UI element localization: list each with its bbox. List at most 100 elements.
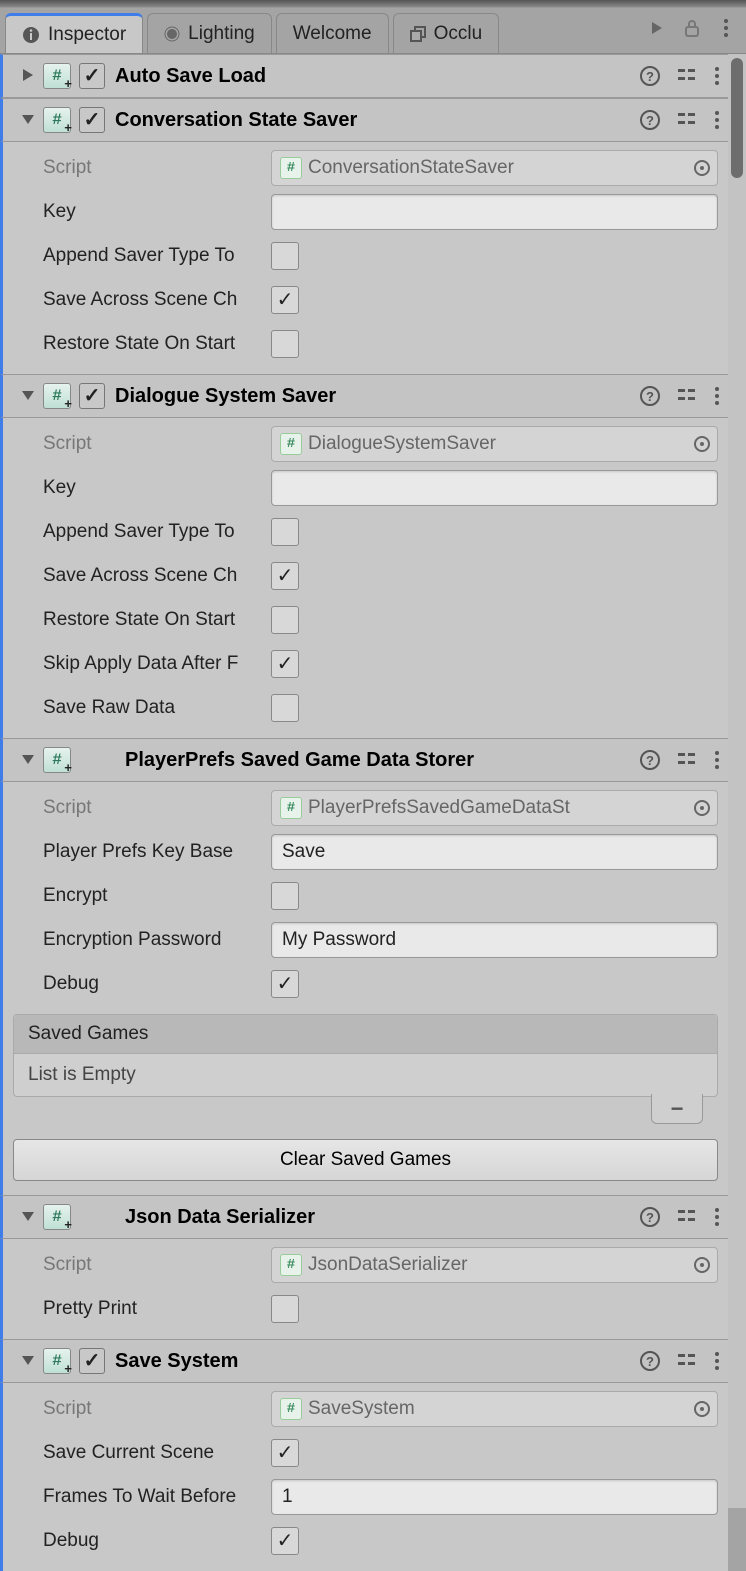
svg-text:?: ? [646, 1354, 654, 1369]
script-field[interactable]: # DialogueSystemSaver [271, 426, 718, 462]
button-label: Clear Saved Games [280, 1149, 451, 1171]
help-icon[interactable]: ? [640, 1351, 660, 1371]
kebab-icon[interactable] [714, 1207, 720, 1227]
restore-label: Restore State On Start [13, 609, 271, 631]
script-label: Script [13, 1398, 271, 1420]
preset-icon[interactable] [678, 751, 696, 769]
component-header-conversation-state-saver[interactable]: # ✓ Conversation State Saver ? [0, 98, 728, 142]
key-input[interactable] [271, 470, 718, 506]
component-header-playerprefs-storer[interactable]: # PlayerPrefs Saved Game Data Storer ? [0, 738, 728, 782]
script-field[interactable]: # ConversationStateSaver [271, 150, 718, 186]
csharp-icon: # [280, 1398, 302, 1420]
clear-saved-games-button[interactable]: Clear Saved Games [13, 1139, 718, 1181]
preset-icon[interactable] [678, 67, 696, 85]
component-enable-checkbox[interactable]: ✓ [79, 107, 105, 133]
restore-label: Restore State On Start [13, 333, 271, 355]
skip-apply-checkbox[interactable]: ✓ [271, 650, 299, 678]
component-enable-checkbox[interactable]: ✓ [79, 63, 105, 89]
foldout-expanded-icon[interactable] [21, 388, 37, 404]
script-name: ConversationStateSaver [308, 157, 514, 179]
component-header-json-serializer[interactable]: # Json Data Serializer ? [0, 1195, 728, 1239]
component-header-auto-save-load[interactable]: # ✓ Auto Save Load ? [0, 54, 728, 98]
help-icon[interactable]: ? [640, 750, 660, 770]
help-icon[interactable]: ? [640, 1207, 660, 1227]
save-across-label: Save Across Scene Ch [13, 289, 271, 311]
object-picker-icon[interactable] [693, 159, 711, 177]
lock-icon[interactable] [678, 14, 706, 42]
save-scene-checkbox[interactable]: ✓ [271, 1439, 299, 1467]
list-remove-button[interactable]: − [651, 1094, 703, 1124]
append-checkbox[interactable] [271, 518, 299, 546]
tab-occlusion[interactable]: Occlu [393, 13, 500, 53]
preset-icon[interactable] [678, 1208, 696, 1226]
kebab-icon[interactable] [714, 110, 720, 130]
key-label: Key [13, 477, 271, 499]
keybase-label: Player Prefs Key Base [13, 841, 271, 863]
script-field[interactable]: # PlayerPrefsSavedGameDataSt [271, 790, 718, 826]
kebab-icon[interactable] [714, 750, 720, 770]
list-header[interactable]: Saved Games [14, 1015, 717, 1054]
help-icon[interactable]: ? [640, 386, 660, 406]
overflow-play-icon[interactable] [644, 14, 672, 42]
tab-lighting[interactable]: Lighting [147, 13, 272, 53]
component-title: Conversation State Saver [115, 109, 640, 132]
script-field[interactable]: # JsonDataSerializer [271, 1247, 718, 1283]
append-checkbox[interactable] [271, 242, 299, 270]
save-raw-checkbox[interactable] [271, 694, 299, 722]
keybase-input[interactable] [271, 834, 718, 870]
foldout-expanded-icon[interactable] [21, 1209, 37, 1225]
tab-welcome[interactable]: Welcome [276, 13, 389, 53]
script-component-icon: # [43, 1204, 71, 1230]
component-title: Dialogue System Saver [115, 385, 640, 408]
kebab-icon[interactable] [714, 386, 720, 406]
svg-text:?: ? [646, 113, 654, 128]
object-picker-icon[interactable] [693, 1256, 711, 1274]
component-enable-checkbox[interactable]: ✓ [79, 383, 105, 409]
enc-pass-input[interactable] [271, 922, 718, 958]
foldout-collapsed-icon[interactable] [21, 68, 37, 84]
restore-checkbox[interactable] [271, 606, 299, 634]
component-title: Auto Save Load [115, 65, 640, 88]
foldout-expanded-icon[interactable] [21, 1353, 37, 1369]
script-field[interactable]: # SaveSystem [271, 1391, 718, 1427]
kebab-icon[interactable] [712, 14, 740, 42]
encrypt-checkbox[interactable] [271, 882, 299, 910]
tab-bar: Inspector Lighting Welcome Occlu [0, 8, 746, 54]
script-label: Script [13, 157, 271, 179]
debug-checkbox[interactable]: ✓ [271, 1527, 299, 1555]
save-across-checkbox[interactable]: ✓ [271, 286, 299, 314]
object-picker-icon[interactable] [693, 1400, 711, 1418]
kebab-icon[interactable] [714, 66, 720, 86]
component-header-save-system[interactable]: # ✓ Save System ? [0, 1339, 728, 1383]
script-name: DialogueSystemSaver [308, 433, 496, 455]
help-icon[interactable]: ? [640, 66, 660, 86]
key-input[interactable] [271, 194, 718, 230]
restore-checkbox[interactable] [271, 330, 299, 358]
tab-inspector[interactable]: Inspector [5, 13, 143, 53]
object-picker-icon[interactable] [693, 435, 711, 453]
preset-icon[interactable] [678, 1352, 696, 1370]
scrollbar-thumb[interactable] [731, 58, 743, 178]
save-across-checkbox[interactable]: ✓ [271, 562, 299, 590]
preset-icon[interactable] [678, 111, 696, 129]
csharp-icon: # [280, 433, 302, 455]
pretty-print-checkbox[interactable] [271, 1295, 299, 1323]
help-icon[interactable]: ? [640, 110, 660, 130]
component-body-playerprefs-storer: Script # PlayerPrefsSavedGameDataSt Play… [0, 782, 728, 1195]
object-picker-icon[interactable] [693, 799, 711, 817]
saved-games-list: Saved Games List is Empty − [13, 1014, 718, 1097]
debug-label: Debug [13, 973, 271, 995]
occlusion-icon [410, 26, 426, 42]
foldout-expanded-icon[interactable] [21, 112, 37, 128]
frames-input[interactable] [271, 1479, 718, 1515]
kebab-icon[interactable] [714, 1351, 720, 1371]
component-header-dialogue-system-saver[interactable]: # ✓ Dialogue System Saver ? [0, 374, 728, 418]
encrypt-label: Encrypt [13, 885, 271, 907]
scrollbar-track[interactable] [728, 54, 746, 1508]
script-label: Script [13, 433, 271, 455]
foldout-expanded-icon[interactable] [21, 752, 37, 768]
debug-checkbox[interactable]: ✓ [271, 970, 299, 998]
script-component-icon: # [43, 107, 71, 133]
preset-icon[interactable] [678, 387, 696, 405]
component-enable-checkbox[interactable]: ✓ [79, 1348, 105, 1374]
